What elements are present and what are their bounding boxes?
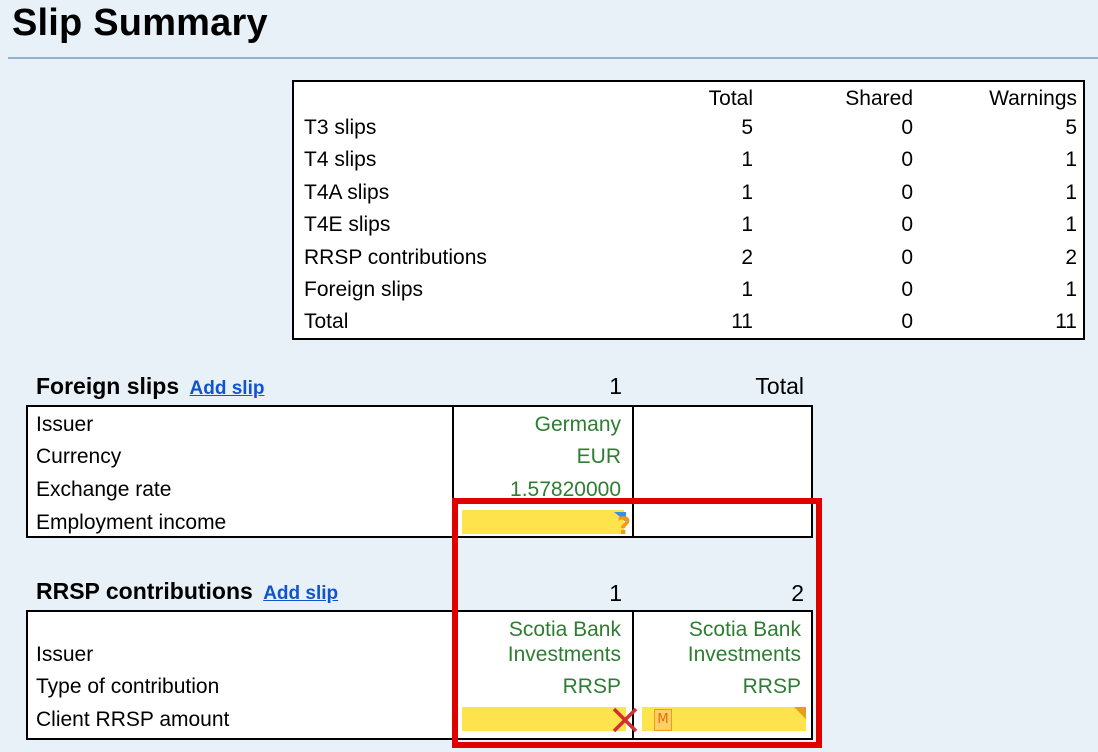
row-shared: 0 <box>901 278 913 301</box>
row-label: Foreign slips <box>304 278 424 301</box>
table-row[interactable]: T4E slips 1 0 1 <box>294 210 1083 240</box>
rrsp-issuer-label: Issuer <box>36 643 94 666</box>
row-warnings: 11 <box>1055 310 1077 333</box>
row-shared: 0 <box>901 246 913 269</box>
rrsp-col-1-header: 1 <box>609 580 622 606</box>
row-total: 1 <box>741 278 753 301</box>
table-row[interactable]: Foreign slips 1 0 1 <box>294 275 1083 305</box>
row-total: 5 <box>741 116 753 139</box>
row-shared: 0 <box>901 213 913 236</box>
question-warning-icon[interactable]: ? <box>612 510 634 538</box>
foreign-col-1-header: 1 <box>609 373 622 399</box>
row-total: 2 <box>741 246 753 269</box>
foreign-add-slip-link[interactable]: Add slip <box>190 378 265 399</box>
row-label: RRSP contributions <box>304 246 487 269</box>
row-warnings: 2 <box>1065 246 1077 269</box>
row-warnings: 1 <box>1065 213 1077 236</box>
currency-value[interactable]: EUR <box>577 445 621 469</box>
employment-income-label: Employment income <box>36 511 227 534</box>
row-shared: 0 <box>901 310 913 333</box>
rrsp-add-slip-link[interactable]: Add slip <box>263 583 338 604</box>
rrsp-issuer-1-line2[interactable]: Investments <box>508 643 621 667</box>
exchange-rate-label: Exchange rate <box>36 478 172 501</box>
row-warnings: 1 <box>1065 181 1077 204</box>
client-rrsp-amount-label: Client RRSP amount <box>36 708 230 731</box>
row-warnings: 1 <box>1065 148 1077 171</box>
error-x-icon[interactable] <box>610 706 640 734</box>
issuer-value[interactable]: Germany <box>535 413 621 437</box>
rrsp-table: Scotia Bank Investments Scotia Bank Inve… <box>26 610 813 740</box>
foreign-slips-table: Issuer Germany Currency EUR Exchange rat… <box>26 405 813 538</box>
memo-icon[interactable]: M <box>654 709 672 731</box>
row-total: 1 <box>741 181 753 204</box>
corner-flag-icon <box>794 707 806 719</box>
row-total: 1 <box>741 213 753 236</box>
table-row[interactable]: T4A slips 1 0 1 <box>294 178 1083 208</box>
row-label: T4 slips <box>304 148 377 171</box>
summary-header-row: Total Shared Warnings <box>294 84 1083 114</box>
client-rrsp-amount-input-1[interactable] <box>462 707 626 731</box>
type-of-contribution-value-2[interactable]: RRSP <box>743 675 801 699</box>
foreign-slips-title: Foreign slips <box>36 373 180 399</box>
rrsp-issuer-1-line1[interactable]: Scotia Bank <box>509 618 621 642</box>
header-total: Total <box>708 87 753 110</box>
row-warnings: 5 <box>1065 116 1077 139</box>
rrsp-issuer-2-line1[interactable]: Scotia Bank <box>689 618 801 642</box>
currency-label: Currency <box>36 445 122 468</box>
page-title: Slip Summary <box>12 2 268 44</box>
type-of-contribution-label: Type of contribution <box>36 675 220 698</box>
row-warnings: 1 <box>1065 278 1077 301</box>
rrsp-heading: RRSP contributions Add slip <box>36 578 338 605</box>
question-mark-glyph: ? <box>617 512 631 538</box>
column-divider <box>452 407 454 536</box>
header-warnings: Warnings <box>989 87 1077 110</box>
row-label: Total <box>304 310 349 333</box>
table-row[interactable]: T4 slips 1 0 1 <box>294 145 1083 175</box>
foreign-slips-heading: Foreign slips Add slip <box>36 373 264 400</box>
type-of-contribution-value-1[interactable]: RRSP <box>563 675 621 699</box>
row-total: 1 <box>741 148 753 171</box>
row-label: T4A slips <box>304 181 390 204</box>
header-shared: Shared <box>845 87 913 110</box>
table-row[interactable]: RRSP contributions 2 0 2 <box>294 243 1083 273</box>
rrsp-col-2-header: 2 <box>791 580 804 606</box>
title-divider <box>8 57 1098 59</box>
table-row[interactable]: T3 slips 5 0 5 <box>294 113 1083 143</box>
rrsp-issuer-2-line2[interactable]: Investments <box>688 643 801 667</box>
employment-income-input[interactable] <box>462 510 624 534</box>
row-shared: 0 <box>901 148 913 171</box>
row-label: T4E slips <box>304 213 391 236</box>
summary-table: Total Shared Warnings T3 slips 5 0 5 T4 … <box>292 80 1085 340</box>
issuer-label: Issuer <box>36 413 94 436</box>
rrsp-title: RRSP contributions <box>36 578 253 604</box>
row-label: T3 slips <box>304 116 377 139</box>
exchange-rate-value[interactable]: 1.57820000 <box>510 478 621 502</box>
row-shared: 0 <box>901 116 913 139</box>
column-divider <box>452 612 454 738</box>
foreign-col-total-header: Total <box>755 373 804 399</box>
table-row[interactable]: Total 11 0 11 <box>294 307 1083 337</box>
row-shared: 0 <box>901 181 913 204</box>
row-total: 11 <box>731 310 753 333</box>
